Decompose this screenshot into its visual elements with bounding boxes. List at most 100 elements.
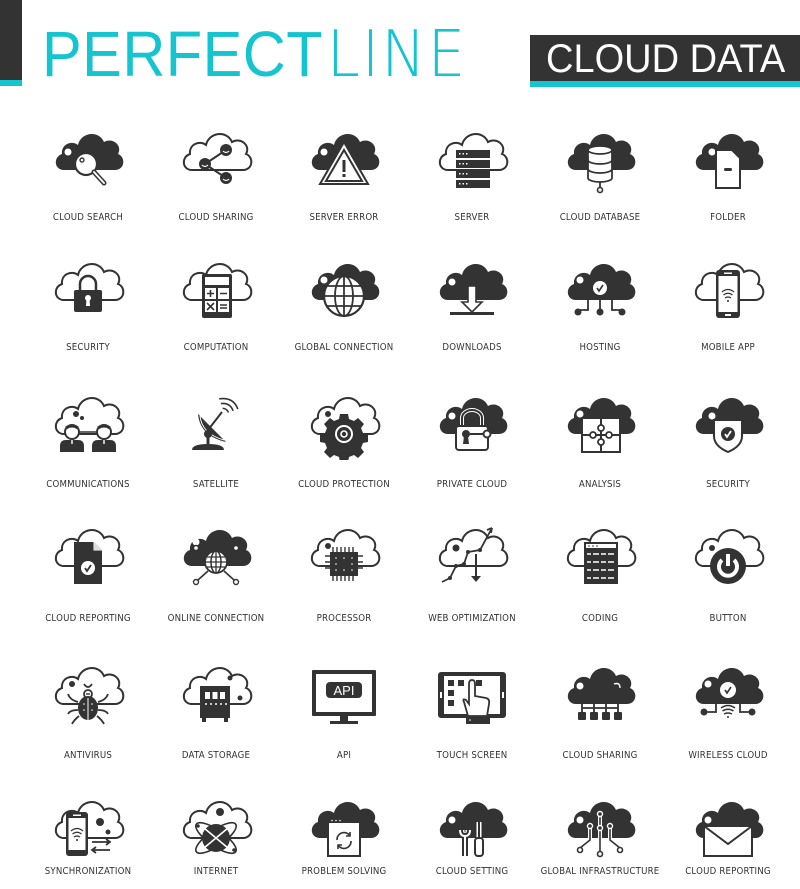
calculator-icon [152,250,280,326]
shield-check-icon [664,384,792,460]
icon-label: CLOUD DATABASE [559,212,641,223]
icon-card: ANTIVIRUS [24,654,152,761]
icon-label: SECURITY [66,342,110,353]
icon-label: PRIVATE CLOUD [436,479,508,490]
icon-label: SERVER [454,212,490,223]
icon-card: GLOBAL CONNECTION [280,250,408,353]
globe-icon [280,250,408,326]
icon-card: CLOUD SHARING [152,120,280,223]
tools-icon [408,788,536,864]
icon-label: SATELLITE [192,479,240,490]
header-left-bar [0,0,22,80]
code-window-icon [536,516,664,592]
icon-label: SERVER ERROR [309,212,379,223]
icon-label: CLOUD REPORTING [685,866,771,877]
icon-card: COMPUTATION [152,250,280,353]
icon-card: SECURITY [24,250,152,353]
icon-card: PRIVATE CLOUD [408,384,536,490]
puzzle-icon [536,384,664,460]
svg-text:API: API [334,683,355,698]
icon-card: CODING [536,516,664,624]
processor-chip-icon [280,516,408,592]
icon-label: PROCESSOR [316,613,372,624]
folder-icon [664,120,792,196]
icon-card: CLOUD REPORTING [24,516,152,624]
icon-card: WIRELESS CLOUD [664,654,792,761]
icon-card: CLOUD DATABASE [536,120,664,223]
icon-card: SERVER [408,120,536,223]
download-icon [408,250,536,326]
satellite-dish-icon [152,384,280,460]
category-badge-text: CLOUD DATA [546,37,786,81]
icon-label: COMMUNICATIONS [46,479,130,490]
cloud-database-icon [536,120,664,196]
icon-card: CLOUD SHARING [536,654,664,761]
icon-label: FOLDER [710,212,746,223]
page-title: PERFECTLINE [42,22,467,87]
category-badge-accent [530,81,800,87]
icon-card: SECURITY [664,384,792,490]
document-check-icon [24,516,152,592]
icon-card: SATELLITE [152,384,280,490]
icon-card: FOLDER [664,120,792,223]
icon-card: BUTTON [664,516,792,624]
icon-card: MOBILE APP [664,250,792,353]
icon-card: GLOBAL INFRASTRUCTURE [536,788,664,877]
server-error-icon [280,120,408,196]
icon-card: ANALYSIS [536,384,664,490]
icon-card: CLOUD PROTECTION [280,384,408,490]
sync-phone-icon [24,788,152,864]
icon-label: GLOBAL CONNECTION [294,342,394,353]
internet-atom-icon [152,788,280,864]
header-left-bar-accent [0,80,22,86]
icon-label: CLOUD REPORTING [45,613,131,624]
mobile-app-icon [664,250,792,326]
cloud-network-icon [536,654,664,730]
api-monitor-icon: API [280,654,408,730]
icon-label: COMPUTATION [183,342,249,353]
server-icon [408,120,536,196]
wireless-cloud-icon [664,654,792,730]
icon-card: TOUCH SCREEN [408,654,536,761]
icon-label: MOBILE APP [701,342,755,353]
communications-icon [24,384,152,460]
cloud-sharing-icon [152,120,280,196]
icon-label: SYNCHRONIZATION [44,866,132,877]
data-storage-icon [152,654,280,730]
icon-card: CLOUD SETTING [408,788,536,877]
icon-card: PROCESSOR [280,516,408,624]
icon-label: HOSTING [579,342,621,353]
icon-label: TOUCH SCREEN [436,750,508,761]
refresh-window-icon [280,788,408,864]
icon-card: INTERNET [152,788,280,877]
icon-card: COMMUNICATIONS [24,384,152,490]
icon-card: PROBLEM SOLVING [280,788,408,877]
power-button-icon [664,516,792,592]
title-bold: PERFECT [42,18,324,90]
icon-label: CLOUD SEARCH [52,212,124,223]
envelope-icon [664,788,792,864]
icon-label: CLOUD SETTING [435,866,509,877]
icon-card: DOWNLOADS [408,250,536,353]
web-optimization-icon [408,516,536,592]
icon-label: CLOUD SHARING [562,750,638,761]
icon-card: HOSTING [536,250,664,353]
icon-label: CLOUD PROTECTION [298,479,390,490]
icon-card: SERVER ERROR [280,120,408,223]
icon-label: SECURITY [706,479,750,490]
gear-icon [280,384,408,460]
icon-label: BUTTON [709,613,747,624]
circuit-icon [536,788,664,864]
icon-card: DATA STORAGE [152,654,280,761]
icon-label: PROBLEM SOLVING [301,866,387,877]
icon-label: API [336,750,352,761]
icon-label: CLOUD SHARING [178,212,254,223]
icon-card: SYNCHRONIZATION [24,788,152,877]
lock-key-icon [408,384,536,460]
icon-label: DATA STORAGE [181,750,251,761]
title-thin: LINE [326,18,468,92]
icon-label: WIRELESS CLOUD [688,750,768,761]
icon-card: CLOUD REPORTING [664,788,792,877]
icon-label: DOWNLOADS [442,342,502,353]
icon-card: ONLINE CONNECTION [152,516,280,624]
